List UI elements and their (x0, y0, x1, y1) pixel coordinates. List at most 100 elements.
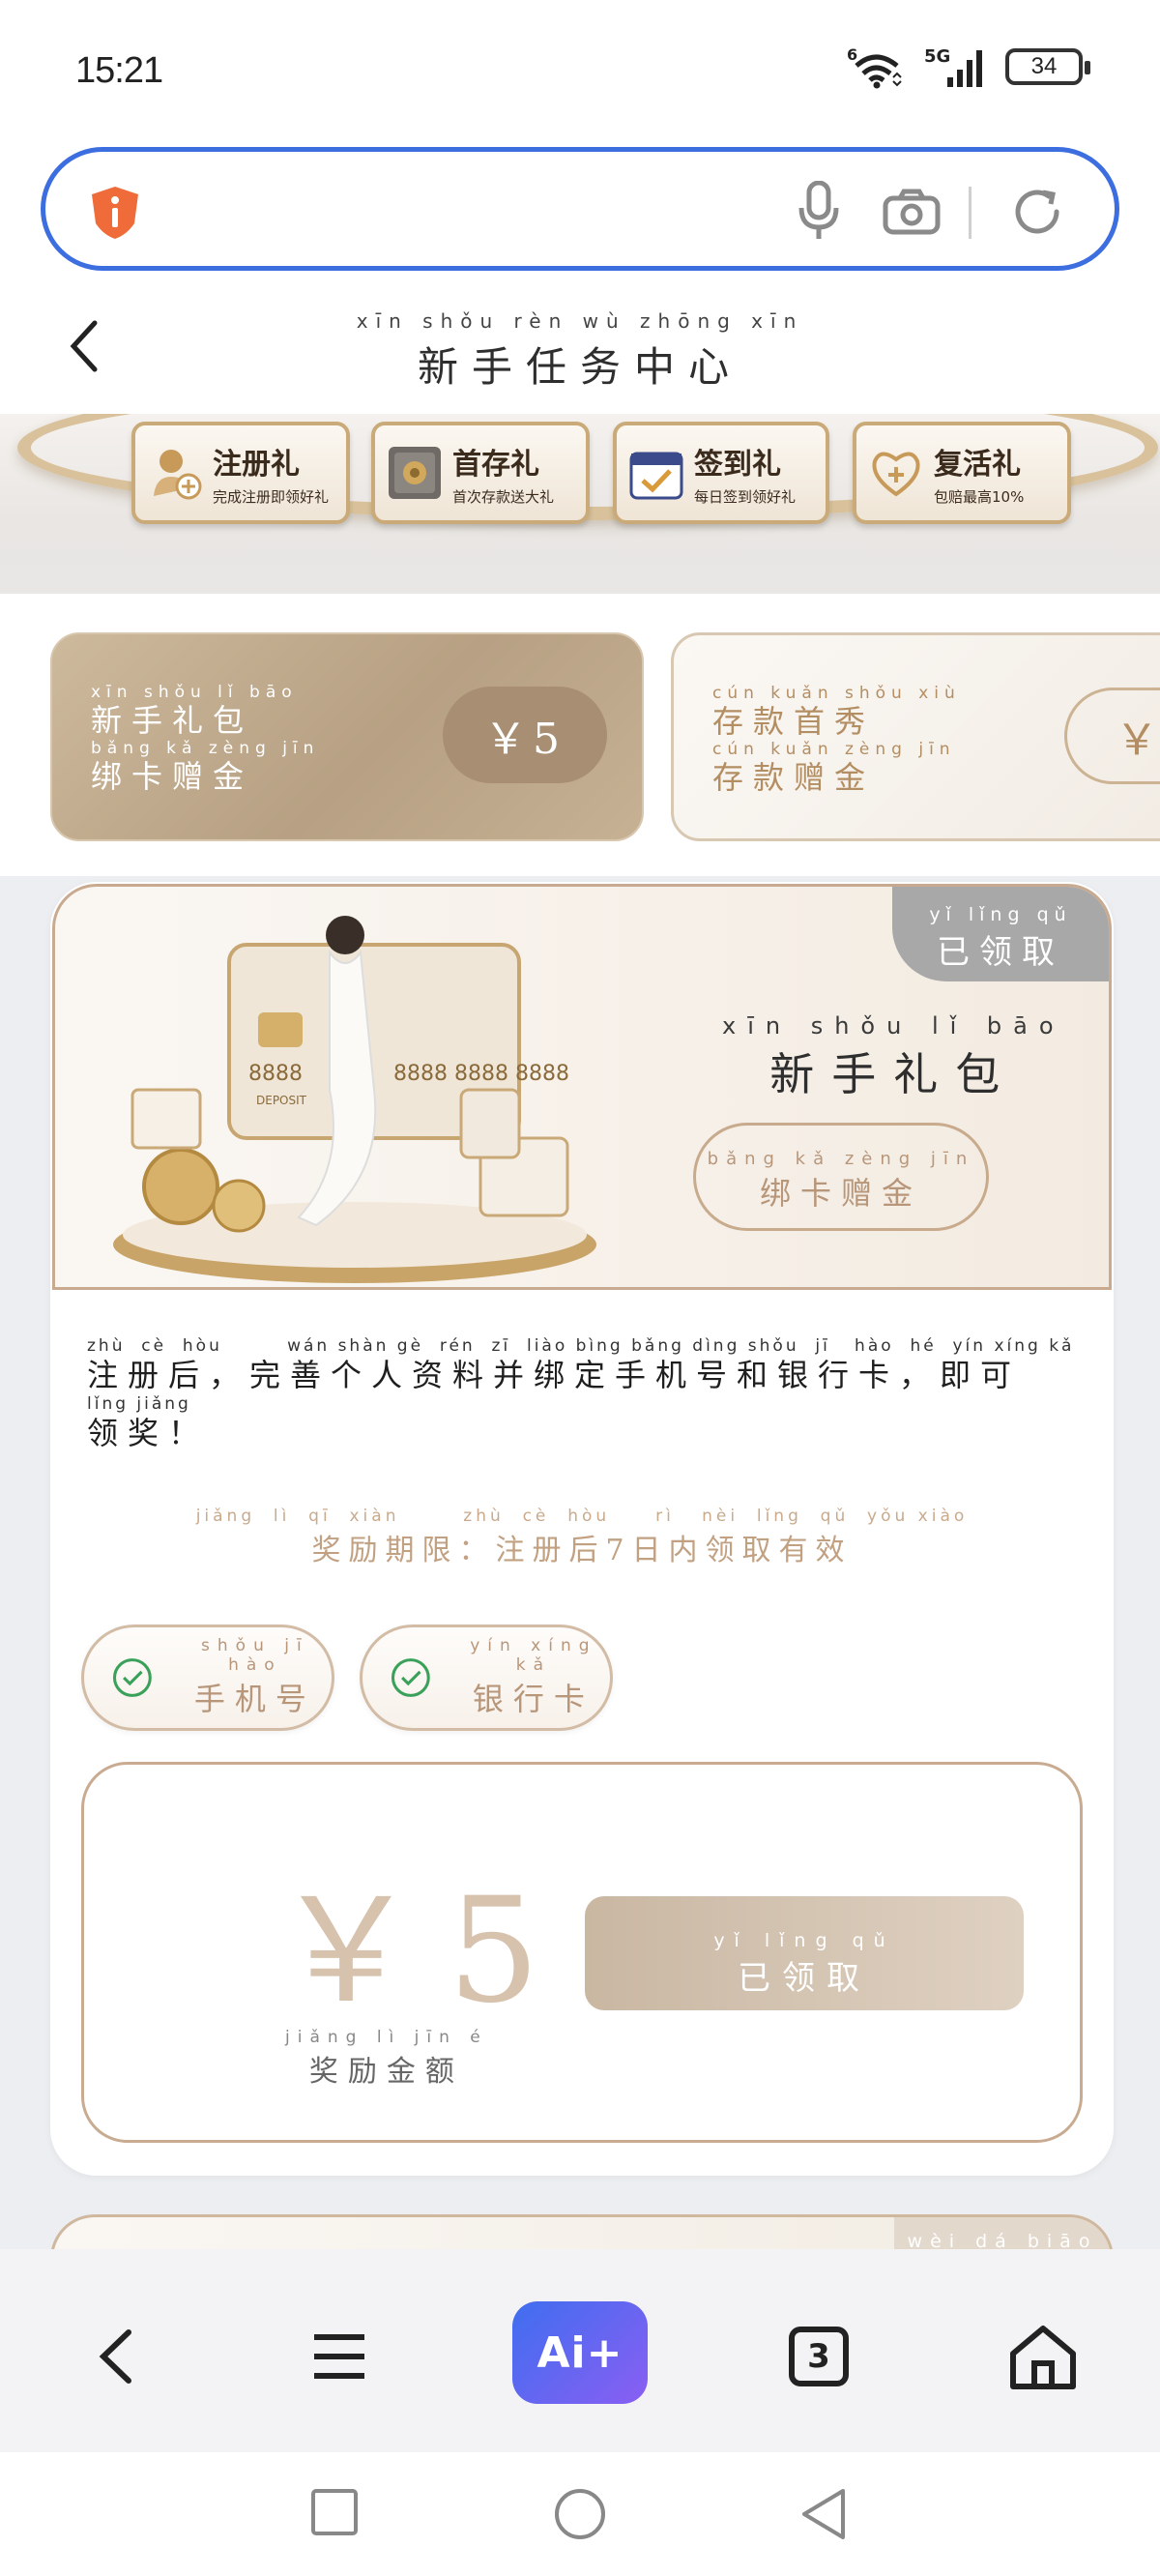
gift-item-first-deposit[interactable]: 首存礼 首次存款送大礼 (371, 422, 590, 524)
desc-line2: 领奖！ (87, 1415, 210, 1451)
search-divider (969, 187, 972, 239)
card-sub: 存款赠金 (712, 759, 876, 796)
task-type-text: 绑卡赠金 (759, 1175, 922, 1212)
reward-amount: ￥5 (274, 1867, 569, 2035)
gift-subtitle: 完成注册即领好礼 (213, 487, 330, 506)
gift-subtitle: 每日签到领好礼 (694, 487, 797, 506)
page-title-pinyin: xīn shǒu rèn wù zhōng xīn (356, 309, 804, 333)
system-navigation-bar (0, 2452, 1160, 2576)
wifi-icon: 6 (847, 45, 902, 89)
card-sub: 绑卡赠金 (91, 758, 254, 795)
reward-label-text: 奖励金额 (308, 2055, 464, 2089)
page-title: xīn shǒu rèn wù zhōng xīn 新手任务中心 (0, 309, 1160, 394)
card-title: 存款首秀 (712, 703, 876, 740)
card-amount: ￥5 (443, 687, 607, 783)
recent-apps-icon[interactable] (309, 2487, 360, 2537)
task-title: xīn shǒu lǐ bāo 新手礼包 (722, 1012, 1065, 1103)
reward-box: ￥5 jiǎng lì jīn é 奖励金额 yǐ lǐng qǔ 已领取 (81, 1762, 1083, 2143)
microphone-icon[interactable] (798, 181, 840, 241)
task-card: 8888 8888 8888 8888 DEPOSIT yǐ lǐng qǔ 已… (50, 882, 1114, 2176)
gift-cards-row: xīn shǒu lǐ bāo 新手礼包 bǎng kǎ zèng jīn 绑卡… (0, 594, 1160, 876)
gift-subtitle: 首次存款送大礼 (452, 487, 555, 506)
gift-title: 复活礼 (934, 447, 1021, 482)
verify-bank-card-pill: yín xíng kǎ 银行卡 (360, 1625, 613, 1731)
back-triangle-icon[interactable] (798, 2487, 849, 2541)
reward-period: jiǎng lì qī xiàn zhù cè hòu rì nèi lǐng … (50, 1507, 1114, 1568)
task-hero: 8888 8888 8888 8888 DEPOSIT yǐ lǐng qǔ 已… (52, 884, 1112, 1290)
verify-label: 银行卡 (472, 1681, 594, 1717)
svg-text:DEPOSIT: DEPOSIT (256, 1094, 307, 1107)
battery-level: 34 (1030, 53, 1058, 79)
svg-text:6: 6 (847, 45, 857, 64)
gift-title: 注册礼 (213, 447, 300, 482)
toolbar-home-button[interactable] (990, 2303, 1096, 2410)
card-sub-pinyin: cún kuǎn zèng jīn (712, 740, 956, 759)
gift-title: 首存礼 (452, 447, 539, 482)
gift-card-newbie[interactable]: xīn shǒu lǐ bāo 新手礼包 bǎng kǎ zèng jīn 绑卡… (50, 632, 644, 841)
card-title: 新手礼包 (91, 702, 254, 739)
period-text: 奖励期限：注册后7日内领取有效 (311, 1534, 853, 1567)
gift-item-check-in[interactable]: 签到礼 每日签到领好礼 (613, 422, 829, 524)
gift-item-revive[interactable]: 复活礼 包赔最高10% (853, 422, 1071, 524)
desc-line2-pinyin: lǐng jiǎng (87, 1394, 191, 1414)
status-icons: 6 5G 34 (847, 44, 1090, 89)
home-circle-icon[interactable] (553, 2487, 607, 2541)
claim-button[interactable]: yǐ lǐng qǔ 已领取 (585, 1896, 1024, 2010)
status-bar: 15:21 6 5G 34 (0, 0, 1160, 145)
svg-text:5G: 5G (924, 46, 950, 67)
search-bar[interactable] (41, 147, 1119, 271)
verify-label: 手机号 (193, 1681, 316, 1717)
card-title-pinyin: cún kuǎn shǒu xiù (712, 684, 961, 703)
verify-pinyin: shǒu jī hào (201, 1636, 309, 1675)
gift-card-deposit[interactable]: cún kuǎn shǒu xiù 存款首秀 cún kuǎn zèng jīn… (671, 632, 1160, 841)
task-type-pinyin: bǎng kǎ zèng jīn (707, 1149, 975, 1169)
refresh-icon[interactable] (1010, 185, 1064, 239)
cellular-signal-icon: 5G (924, 46, 982, 87)
gift-item-register[interactable]: 注册礼 完成注册即领好礼 (131, 422, 350, 524)
search-input[interactable] (171, 181, 654, 239)
gift-title: 签到礼 (694, 447, 781, 482)
card-sub-pinyin: bǎng kǎ zèng jīn (91, 739, 320, 758)
ai-assistant-button[interactable]: Ai+ (512, 2301, 648, 2404)
toolbar-tabs-button[interactable]: 3 (766, 2303, 872, 2410)
toolbar-menu-button[interactable] (286, 2303, 392, 2410)
camera-icon[interactable] (883, 189, 941, 235)
svg-text:8888: 8888 (248, 1062, 303, 1086)
card-amount: ￥ (1064, 688, 1160, 784)
back-arrow-icon (99, 2329, 131, 2384)
gift-banner: 注册礼 完成注册即领好礼 首存礼 首次存款送大礼 签到礼 每日签到领好礼 复活礼… (0, 414, 1160, 594)
home-icon (1010, 2326, 1076, 2389)
claim-button-label: 已领取 (738, 1959, 871, 1997)
page-title-text: 新手任务中心 (417, 343, 742, 391)
verify-pinyin: yín xíng kǎ (470, 1636, 597, 1675)
battery-icon: 34 (1005, 48, 1090, 85)
claim-button-pinyin: yǐ lǐng qǔ (713, 1929, 895, 1951)
gift-subtitle: 包赔最高10% (934, 487, 1025, 506)
tabs-count-icon: 3 (789, 2327, 849, 2386)
task-title-text: 新手礼包 (769, 1048, 1018, 1100)
verify-phone-pill: shǒu jī hào 手机号 (81, 1625, 334, 1731)
toolbar-back-button[interactable] (62, 2303, 168, 2410)
period-pinyin: jiǎng lì qī xiàn zhù cè hòu rì nèi lǐng … (195, 1507, 969, 1526)
check-circle-icon (112, 1658, 152, 1697)
desc-line1-pinyin: zhù cè hòu wán shàn gè rén zī liào bìng … (87, 1336, 1114, 1356)
reward-label: jiǎng lì jīn é 奖励金额 (285, 2028, 488, 2090)
task-type-pill: bǎng kǎ zèng jīn 绑卡赠金 (693, 1123, 989, 1231)
status-tag-pinyin: yǐ lǐng qǔ (929, 904, 1072, 925)
gift-hand-icon (145, 443, 205, 503)
svg-text:8888 8888 8888: 8888 8888 8888 (393, 1062, 569, 1086)
status-time: 15:21 (75, 50, 163, 91)
status-tag-claimed: yǐ lǐng qǔ 已领取 (892, 887, 1109, 981)
check-circle-icon (391, 1658, 430, 1697)
reward-label-pinyin: jiǎng lì jīn é (285, 2028, 488, 2047)
hero-illustration: 8888 8888 8888 8888 DEPOSIT (113, 916, 596, 1283)
safe-box-icon (385, 443, 445, 503)
desc-line1: 注册后，完善个人资料并绑定手机号和银行卡，即可 (87, 1357, 1022, 1393)
page-header: xīn shǒu rèn wù zhōng xīn 新手任务中心 (0, 290, 1160, 412)
status-tag-text: 已领取 (937, 933, 1064, 972)
calendar-check-icon (626, 443, 686, 503)
task-description: zhù cè hòu wán shàn gè rén zī liào bìng … (87, 1336, 1083, 1452)
brave-shield-icon[interactable] (88, 185, 142, 241)
menu-icon (314, 2334, 364, 2379)
heart-plus-icon (866, 443, 926, 503)
